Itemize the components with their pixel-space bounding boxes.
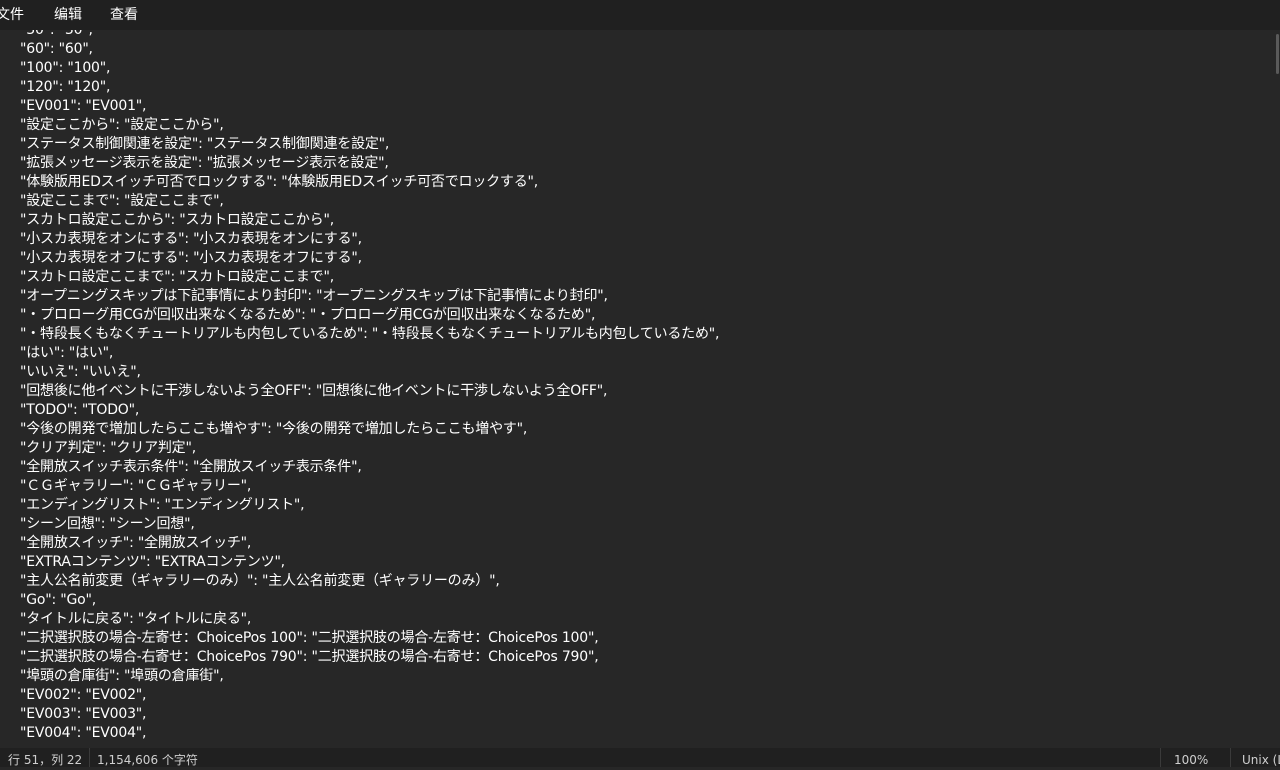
status-bar: 行 51，列 22 1,154,606 个字符 100% Unix (LF) <box>0 748 1280 767</box>
text-line: "・特段長くもなくチュートリアルも内包しているため": "・特段長くもなくチュー… <box>20 326 720 342</box>
text-line: "ＣＧギャラリー": "ＣＧギャラリー", <box>20 478 252 494</box>
text-line: "ステータス制御関連を設定": "ステータス制御関連を設定", <box>20 136 390 152</box>
text-line: "設定ここから": "設定ここから", <box>20 117 224 133</box>
menu-view[interactable]: 查看 <box>110 0 138 30</box>
text-line: "スカトロ設定ここまで": "スカトロ設定ここまで", <box>20 269 334 285</box>
text-lines: "30": "30", "60": "60", "100": "100", "120"… <box>20 30 719 743</box>
text-line: "120": "120", <box>20 79 111 95</box>
text-editor-area[interactable]: "30": "30", "60": "60", "100": "100", "120"… <box>0 30 1280 748</box>
text-line: "はい": "はい", <box>20 345 114 361</box>
menu-edit[interactable]: 编辑 <box>54 0 82 30</box>
menu-file[interactable]: 文件 <box>0 0 24 30</box>
text-line: "主人公名前変更（ギャラリーのみ）": "主人公名前変更（ギャラリーのみ）", <box>20 573 500 589</box>
text-line: "埠頭の倉庫街": "埠頭の倉庫街", <box>20 668 224 684</box>
text-line: "いいえ": "いいえ", <box>20 364 141 380</box>
text-line: "エンディングリスト": "エンディングリスト", <box>20 497 305 513</box>
text-line: "シーン回想": "シーン回想", <box>20 516 195 532</box>
text-line: "小スカ表現をオンにする": "小スカ表現をオンにする", <box>20 231 362 247</box>
text-line: "今後の開発で増加したらここも増やす": "今後の開発で増加したらここも増やす"… <box>20 421 528 437</box>
text-line: "拡張メッセージ表示を設定": "拡張メッセージ表示を設定", <box>20 155 389 171</box>
text-line: "オープニングスキップは下記事情により封印": "オープニングスキップは下記事情… <box>20 288 608 304</box>
text-line: "60": "60", <box>20 41 93 57</box>
text-line: "スカトロ設定ここから": "スカトロ設定ここから", <box>20 212 334 228</box>
text-line: "Go": "Go", <box>20 592 97 608</box>
text-line: "30": "30", <box>20 30 93 38</box>
text-line: "EV002": "EV002", <box>20 687 147 703</box>
text-line: "・プロローグ用CGが回収出来なくなるため": "・プロローグ用CGが回収出来な… <box>20 307 596 323</box>
text-line: "100": "100", <box>20 60 111 76</box>
text-line: "設定ここまで": "設定ここまで", <box>20 193 224 209</box>
text-line: "全開放スイッチ表示条件": "全開放スイッチ表示条件", <box>20 459 362 475</box>
text-line: "TODO": "TODO", <box>20 402 140 418</box>
text-line: "タイトルに戻る": "タイトルに戻る", <box>20 611 252 627</box>
text-line: "EV001": "EV001", <box>20 98 147 114</box>
text-line: "小スカ表現をオフにする": "小スカ表現をオフにする", <box>20 250 362 266</box>
text-line: "回想後に他イベントに干渉しないよう全OFF": "回想後に他イベントに干渉しな… <box>20 383 608 399</box>
text-line: "二択選択肢の場合-右寄せ：ChoicePos 790": "二択選択肢の場合-… <box>20 649 599 665</box>
menu-bar: 文件 编辑 查看 <box>0 0 1280 30</box>
text-line: "二択選択肢の場合-左寄せ：ChoicePos 100": "二択選択肢の場合-… <box>20 630 599 646</box>
status-divider <box>89 748 90 767</box>
text-line: "全開放スイッチ": "全開放スイッチ", <box>20 535 252 551</box>
text-line: "EV003": "EV003", <box>20 706 147 722</box>
text-line: "体験版用EDスイッチ可否でロックする": "体験版用EDスイッチ可否でロックす… <box>20 174 539 190</box>
text-line: "クリア判定": "クリア判定", <box>20 440 196 456</box>
status-divider <box>1230 748 1231 767</box>
scrollbar-thumb[interactable] <box>1276 34 1279 74</box>
vertical-scrollbar[interactable] <box>1274 30 1280 748</box>
text-line: "EXTRAコンテンツ": "EXTRAコンテンツ", <box>20 554 285 570</box>
status-divider <box>1160 748 1161 767</box>
text-line: "EV004": "EV004", <box>20 725 147 741</box>
